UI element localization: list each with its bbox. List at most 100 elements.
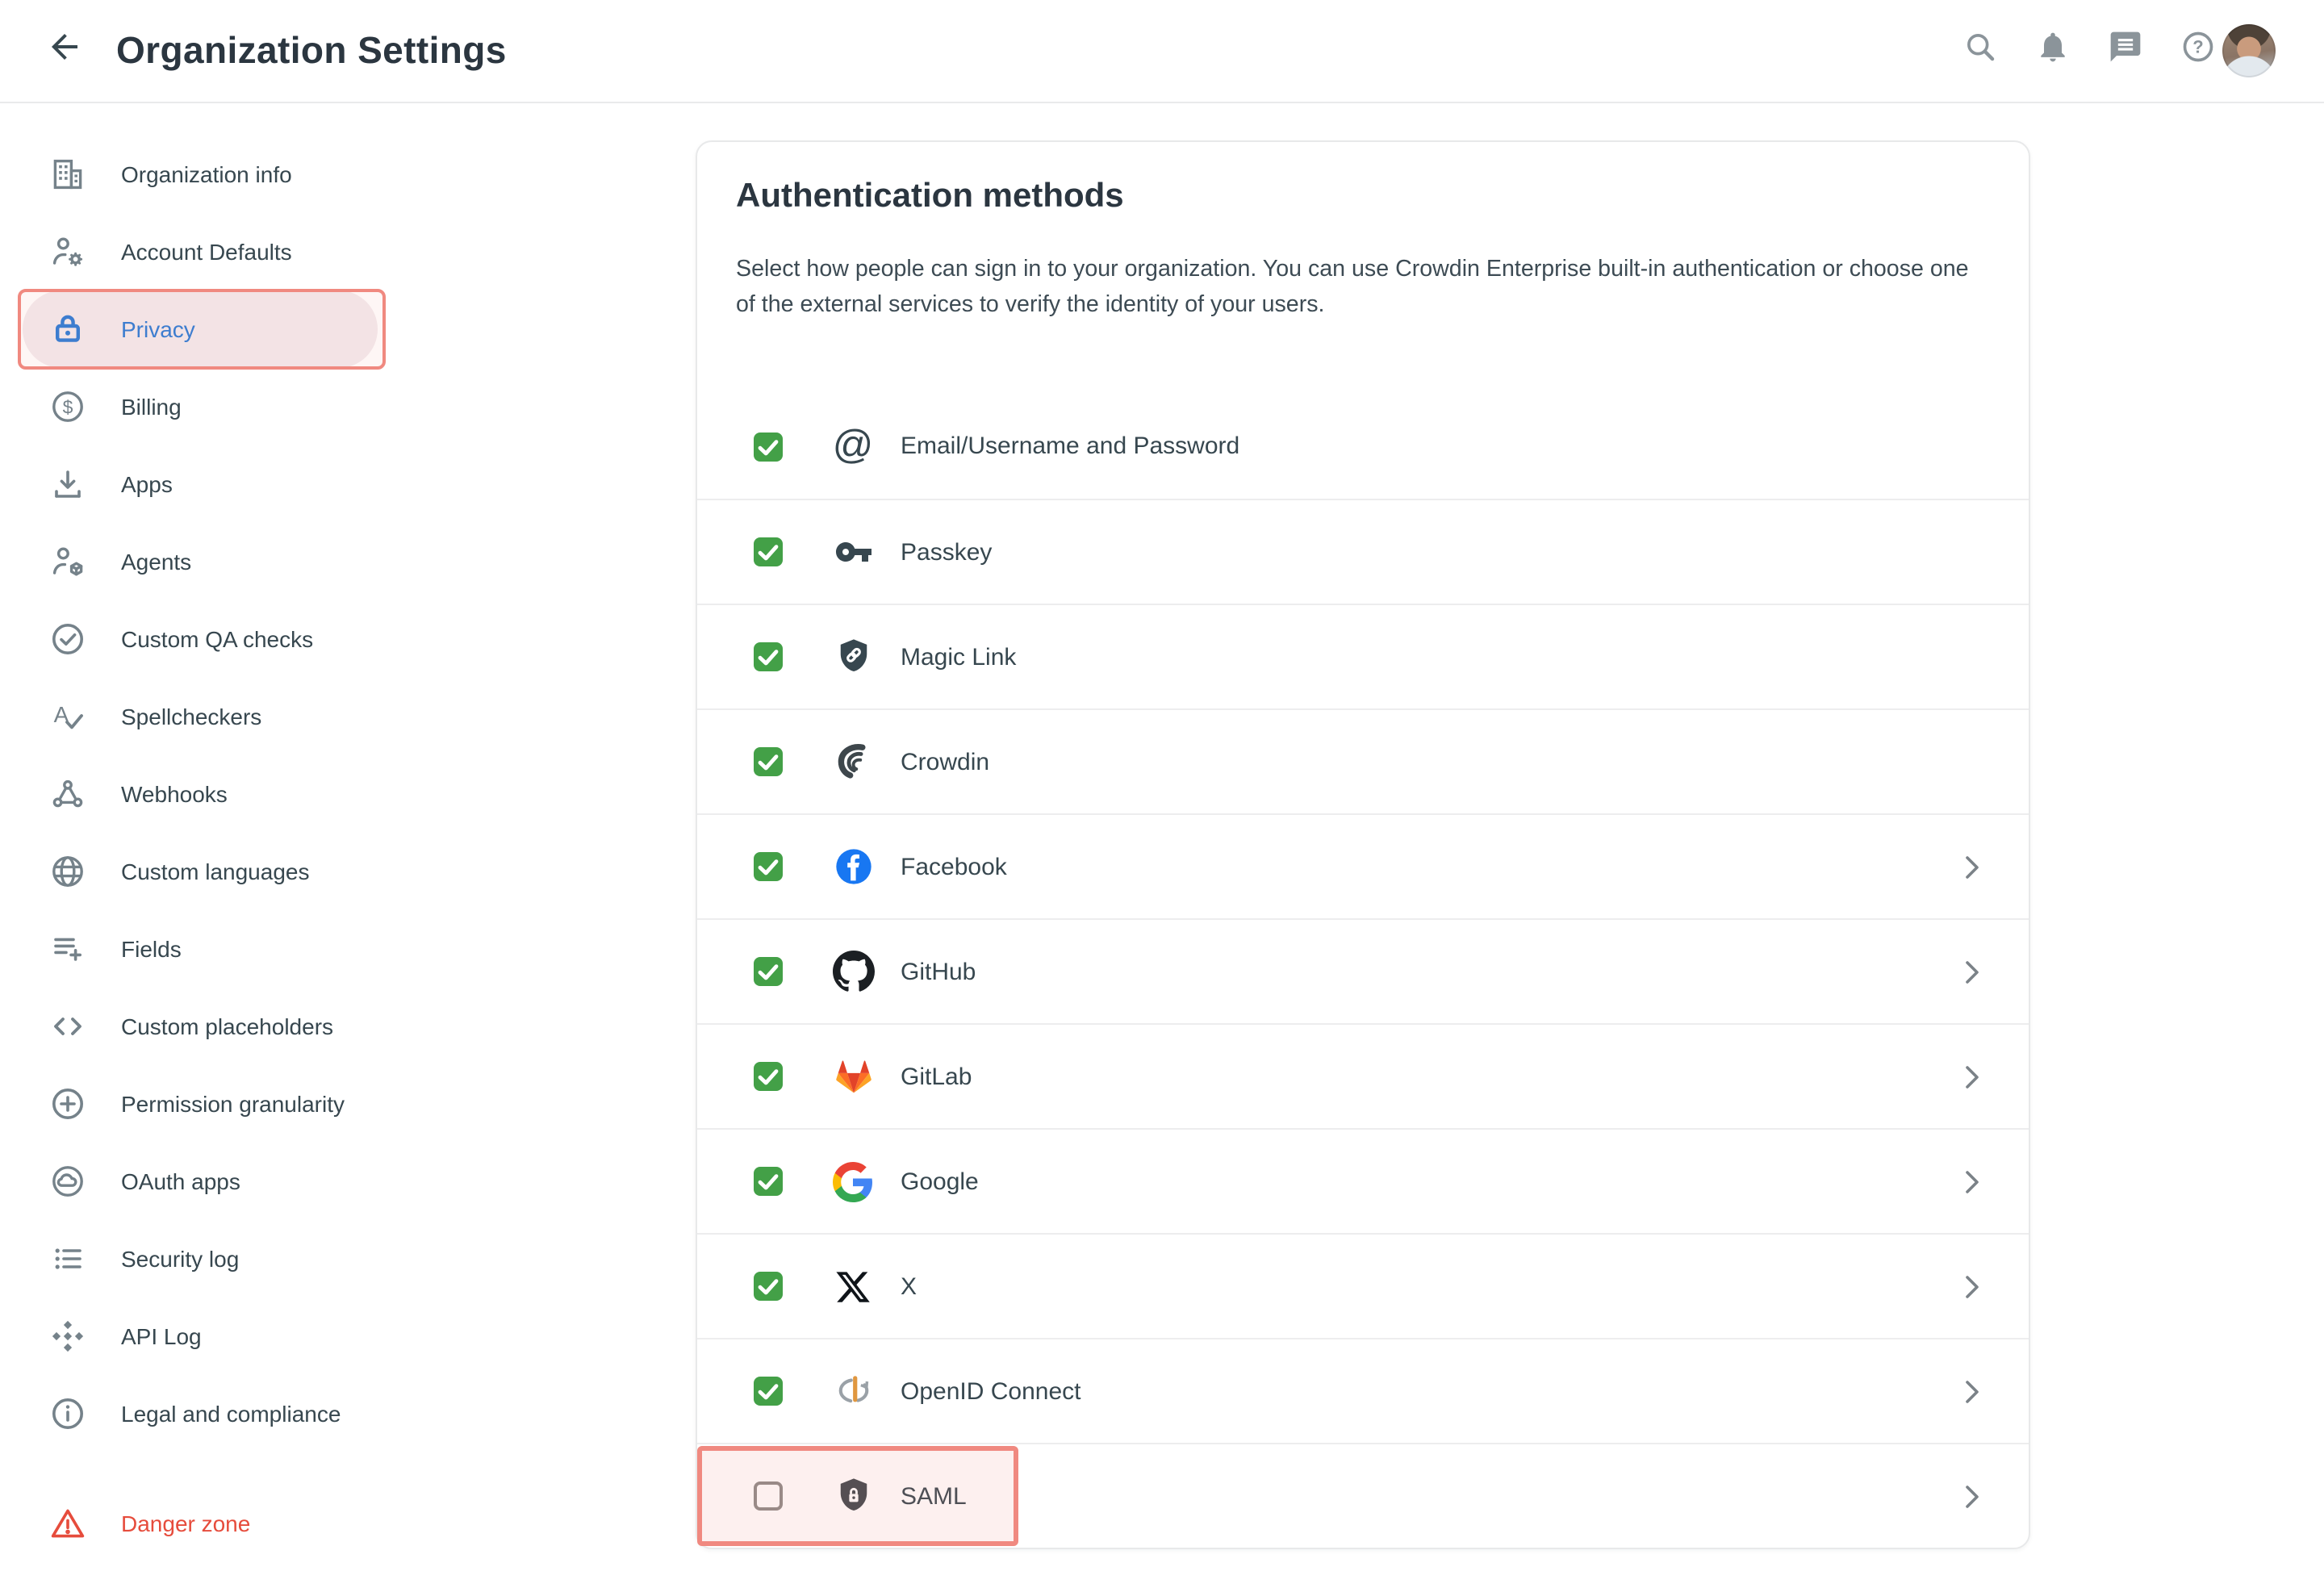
sidebar-item-label: Custom languages — [121, 859, 310, 884]
sidebar-item-label: OAuth apps — [121, 1168, 240, 1194]
spellcheck-icon: A — [48, 697, 87, 736]
auth-method-label: Magic Link — [901, 643, 1016, 671]
x-icon — [831, 1264, 875, 1308]
chevron-right-icon[interactable] — [1966, 1064, 1982, 1089]
sidebar-item-label: Privacy — [121, 316, 195, 342]
sidebar-item-oauth-apps[interactable]: OAuth apps — [23, 1143, 378, 1220]
search-icon — [1962, 29, 1998, 73]
dollar-circle-icon: $ — [48, 387, 87, 426]
sidebar-item-custom-languages[interactable]: Custom languages — [23, 833, 378, 910]
auth-method-row-github[interactable]: GitHub — [697, 918, 2029, 1023]
svg-text:$: $ — [63, 397, 73, 418]
help-icon: ? — [2180, 29, 2216, 73]
auth-method-row-google[interactable]: Google — [697, 1128, 2029, 1233]
auth-method-row-magic-link[interactable]: Magic Link — [697, 604, 2029, 708]
checkbox-openid-connect[interactable] — [754, 1377, 783, 1406]
sidebar-item-api-log[interactable]: API Log — [23, 1298, 378, 1375]
plus-circle-icon — [48, 1084, 87, 1123]
checkbox-google[interactable] — [754, 1167, 783, 1196]
auth-method-label: GitLab — [901, 1063, 972, 1090]
lock-icon — [48, 310, 87, 349]
list-icon — [48, 1239, 87, 1278]
sidebar-item-privacy[interactable]: Privacy — [23, 290, 378, 368]
sidebar-item-label: Permission granularity — [121, 1091, 345, 1117]
auth-method-label: Crowdin — [901, 748, 989, 775]
sidebar-item-security-log[interactable]: Security log — [23, 1220, 378, 1298]
notifications-button[interactable] — [2035, 33, 2071, 69]
auth-method-label: SAML — [901, 1482, 967, 1510]
chevron-right-icon[interactable] — [1966, 959, 1982, 984]
sidebar-item-danger-zone[interactable]: Danger zone — [23, 1485, 378, 1562]
sidebar: Organization infoAccount Defaults Privacy… — [0, 103, 696, 1562]
sidebar-item-label: Custom QA checks — [121, 626, 313, 652]
auth-method-label: GitHub — [901, 958, 976, 985]
checkbox-email-username-and-password[interactable] — [754, 432, 783, 461]
checkbox-passkey[interactable] — [754, 537, 783, 566]
checkbox-magic-link[interactable] — [754, 642, 783, 671]
auth-method-row-saml[interactable]: SAML — [697, 1443, 2029, 1548]
sidebar-item-webhooks[interactable]: Webhooks — [23, 755, 378, 833]
content-area: Organization infoAccount Defaults Privacy… — [0, 103, 2324, 1562]
sidebar-item-custom-qa-checks[interactable]: Custom QA checks — [23, 600, 378, 678]
sidebar-item-label: Spellcheckers — [121, 704, 261, 729]
sidebar-item-agents[interactable]: Agents — [23, 523, 378, 600]
chevron-right-icon[interactable] — [1966, 1274, 1982, 1298]
auth-method-row-x[interactable]: X — [697, 1233, 2029, 1338]
messages-button[interactable] — [2108, 33, 2143, 69]
checkbox-github[interactable] — [754, 957, 783, 986]
sidebar-item-custom-placeholders[interactable]: Custom placeholders — [23, 988, 378, 1065]
checkbox-gitlab[interactable] — [754, 1062, 783, 1091]
shield-link-icon — [831, 635, 875, 679]
sidebar-item-legal-and-compliance[interactable]: Legal and compliance — [23, 1375, 378, 1452]
checkbox-saml[interactable] — [754, 1481, 783, 1511]
chevron-right-icon[interactable] — [1966, 1379, 1982, 1403]
authentication-methods-card: Authentication methods Select how people… — [696, 140, 2030, 1549]
checkbox-x[interactable] — [754, 1272, 783, 1301]
checkbox-facebook[interactable] — [754, 852, 783, 881]
sidebar-item-spellcheckers[interactable]: A Spellcheckers — [23, 678, 378, 755]
sidebar-item-permission-granularity[interactable]: Permission granularity — [23, 1065, 378, 1143]
auth-method-label: OpenID Connect — [901, 1377, 1080, 1405]
main-area: Authentication methods Select how people… — [696, 103, 2324, 1549]
warning-icon — [48, 1504, 87, 1543]
auth-method-row-openid-connect[interactable]: OpenID Connect — [697, 1338, 2029, 1443]
fields-icon — [48, 930, 87, 968]
crowdin-icon — [831, 740, 875, 784]
info-circle-icon — [48, 1394, 87, 1433]
sidebar-item-label: Apps — [121, 471, 173, 497]
sidebar-item-label: Agents — [121, 549, 191, 575]
auth-method-row-facebook[interactable]: Facebook — [697, 813, 2029, 918]
help-button[interactable]: ? — [2180, 33, 2216, 69]
openid-icon — [831, 1369, 875, 1413]
card-title: Authentication methods — [736, 178, 1990, 216]
sidebar-item-billing[interactable]: $Billing — [23, 368, 378, 445]
bell-icon — [2035, 29, 2071, 73]
auth-method-row-gitlab[interactable]: GitLab — [697, 1023, 2029, 1128]
svg-text:?: ? — [2192, 37, 2203, 57]
auth-method-label: X — [901, 1272, 917, 1300]
sidebar-item-fields[interactable]: Fields — [23, 910, 378, 988]
sidebar-item-account-defaults[interactable]: Account Defaults — [23, 213, 378, 290]
webhook-icon — [48, 775, 87, 813]
google-icon — [831, 1160, 875, 1203]
search-button[interactable] — [1962, 33, 1998, 69]
check-circle-icon — [48, 620, 87, 658]
sidebar-item-organization-info[interactable]: Organization info — [23, 136, 378, 213]
sidebar-item-label: Custom placeholders — [121, 1013, 333, 1039]
chevron-right-icon[interactable] — [1966, 1484, 1982, 1508]
auth-methods-list: @Email/Username and PasswordPasskey Magic… — [697, 394, 2029, 1548]
sidebar-item-label: Fields — [121, 936, 182, 962]
user-avatar[interactable] — [2222, 24, 2276, 77]
back-button[interactable] — [45, 31, 84, 70]
auth-method-row-crowdin[interactable]: Crowdin — [697, 708, 2029, 813]
checkbox-crowdin[interactable] — [754, 747, 783, 776]
auth-method-row-passkey[interactable]: Passkey — [697, 499, 2029, 604]
chevron-right-icon[interactable] — [1966, 1169, 1982, 1193]
sidebar-item-apps[interactable]: Apps — [23, 445, 378, 523]
globe-icon — [48, 852, 87, 891]
sidebar-item-label: Danger zone — [121, 1511, 250, 1536]
organization-settings-page: Organization Settings ? Organization inf… — [0, 0, 2324, 1588]
auth-method-row-email-username-and-password[interactable]: @Email/Username and Password — [697, 394, 2029, 499]
chevron-right-icon[interactable] — [1966, 855, 1982, 879]
auth-method-label: Google — [901, 1168, 979, 1195]
